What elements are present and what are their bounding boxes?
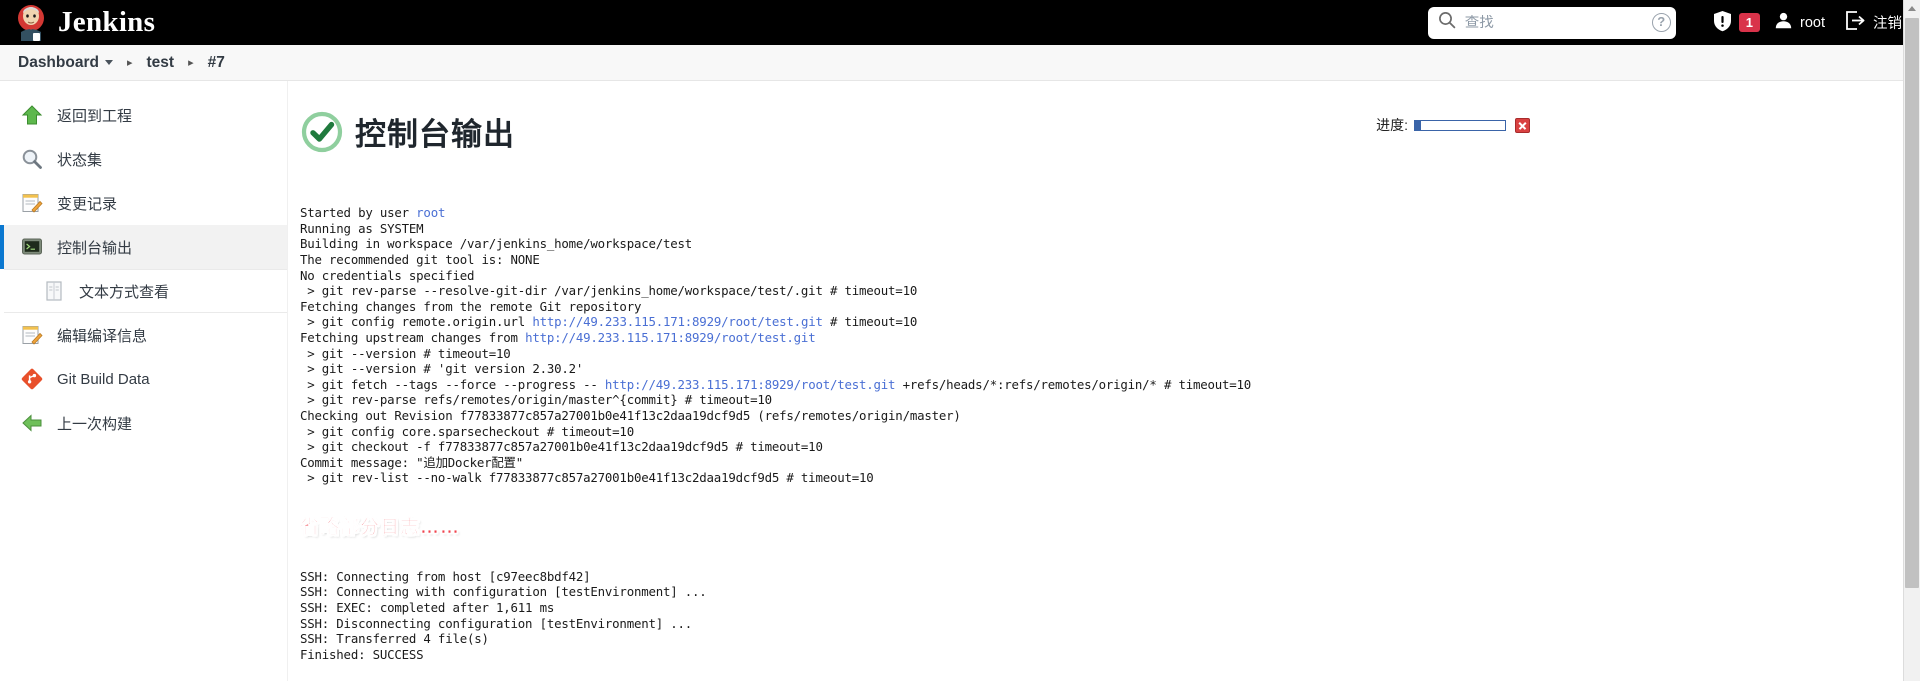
breadcrumb-separator-2: ▸: [188, 57, 194, 69]
console-log-line: > git rev-parse --resolve-git-dir /var/j…: [300, 283, 918, 299]
notepad-pencil-icon: [21, 192, 43, 214]
search-input[interactable]: [1455, 14, 1652, 31]
sidebar-item-back-to-project[interactable]: 返回到工程: [0, 93, 287, 137]
console-header: 控制台输出: [300, 109, 1920, 154]
console-log-link[interactable]: http://49.233.115.171:8929/root/test.git: [525, 330, 816, 345]
sidebar-item-git-build-data[interactable]: Git Build Data: [0, 357, 287, 401]
left-arrow-green-icon: [21, 412, 43, 434]
user-menu-button[interactable]: root: [1764, 0, 1835, 45]
progress-label: 进度:: [1376, 117, 1408, 133]
console-log-line: Running as SYSTEM: [300, 220, 424, 236]
console-log-link[interactable]: http://49.233.115.171:8929/root/test.git: [605, 377, 896, 392]
breadcrumb-item-job[interactable]: test: [143, 52, 179, 74]
up-arrow-green-icon: [21, 104, 43, 126]
console-log-line: The recommended git tool is: NONE: [300, 251, 540, 267]
sidebar-label: 编辑编译信息: [57, 327, 148, 345]
logout-arrow-icon: [1845, 11, 1866, 34]
sidebar-item-console-output[interactable]: 控制台输出: [0, 225, 287, 269]
user-name-label: root: [1800, 14, 1825, 31]
sidebar-item-changes[interactable]: 变更记录: [0, 181, 287, 225]
breadcrumb-build-label: #7: [207, 53, 225, 71]
console-log-line: > git config core.sparsecheckout # timeo…: [300, 423, 634, 439]
sidebar-sub-label: 文本方式查看: [79, 283, 170, 301]
logout-label: 注销: [1873, 16, 1902, 32]
git-logo-icon: [21, 368, 43, 390]
console-log-line: > git fetch --tags --force --progress --…: [300, 376, 1252, 392]
search-box[interactable]: ?: [1427, 6, 1676, 39]
console-log-line: Building in workspace /var/jenkins_home/…: [300, 236, 693, 252]
breadcrumb-job-label: test: [146, 53, 175, 71]
success-check-circle-icon: [300, 110, 344, 154]
main-content: 进度: 控制台输出 Started by user root Running as…: [288, 81, 1920, 681]
log-omitted-annotation: 省略部分日志……: [300, 517, 461, 539]
magnifier-icon: [21, 148, 43, 170]
sidebar-label: 控制台输出: [57, 239, 133, 257]
sidebar-label: Git Build Data: [57, 370, 150, 388]
console-log-line: No credentials specified: [300, 267, 475, 283]
scrollbar-thumb[interactable]: [1905, 18, 1919, 588]
breadcrumb-item-build[interactable]: #7: [204, 52, 229, 74]
document-page-icon: [44, 280, 66, 302]
console-log-line: Started by user root: [300, 205, 446, 221]
progress-bar-fill: [1415, 120, 1422, 130]
sidebar: 返回到工程 状态集 变更记录 控制台输出 文本方式查看 编辑编译信息 Git B…: [0, 81, 288, 681]
console-log-line: Commit message: "追加Docker配置": [300, 454, 523, 470]
console-log-line: SSH: EXEC: completed after 1,611 ms: [300, 600, 555, 616]
console-log-line: Fetching changes from the remote Git rep…: [300, 298, 642, 314]
console-log-line: Finished: SUCCESS: [300, 646, 424, 662]
console-log-line: > git checkout -f f77833877c857a27001b0e…: [300, 439, 823, 455]
progress-bar: [1414, 119, 1506, 131]
console-log-line: SSH: Disconnecting configuration [testEn…: [300, 615, 693, 631]
scrollbar-up-arrow-icon[interactable]: [1904, 0, 1920, 17]
person-icon: [1774, 11, 1793, 34]
console-log-line: SSH: Transferred 4 file(s): [300, 631, 489, 647]
console-log-block-after: SSH: Connecting from host [c97eec8bdf42]…: [300, 569, 1920, 663]
console-log-link[interactable]: root: [416, 205, 445, 220]
console-log-line: > git --version # timeout=10: [300, 345, 511, 361]
console-log-line: Fetching upstream changes from http://49…: [300, 329, 816, 345]
breadcrumb: Dashboard ▸ test ▸ #7: [0, 45, 1920, 81]
breadcrumb-dashboard-label: Dashboard: [18, 53, 99, 71]
console-log-line: SSH: Connecting with configuration [test…: [300, 584, 707, 600]
sidebar-label: 状态集: [57, 151, 103, 169]
sidebar-item-previous-build[interactable]: 上一次构建: [0, 401, 287, 445]
page-body: 返回到工程 状态集 变更记录 控制台输出 文本方式查看 编辑编译信息 Git B…: [0, 81, 1920, 681]
console-log-block: Started by user root Running as SYSTEM Bui…: [300, 205, 1920, 486]
security-shield-warning-icon: [1712, 10, 1733, 36]
page-scrollbar[interactable]: [1903, 0, 1920, 681]
console-output[interactable]: Started by user root Running as SYSTEM Bui…: [300, 174, 1920, 681]
chevron-down-icon[interactable]: [104, 60, 113, 65]
search-help-icon[interactable]: ?: [1651, 13, 1671, 32]
sidebar-item-edit-build-information[interactable]: 编辑编译信息: [0, 313, 287, 357]
sidebar-label: 变更记录: [57, 195, 118, 213]
jenkins-butler-logo-icon: [14, 4, 48, 42]
logout-button[interactable]: 注销: [1835, 0, 1912, 45]
console-log-line: Checking out Revision f77833877c857a2700…: [300, 407, 961, 423]
app-header: Jenkins ? 1 root: [0, 0, 1920, 45]
page-title: 控制台输出: [355, 117, 515, 152]
console-log-link[interactable]: http://49.233.115.171:8929/root/test.git: [532, 314, 823, 329]
sidebar-item-status[interactable]: 状态集: [0, 137, 287, 181]
stop-build-red-x-icon[interactable]: [1515, 117, 1530, 133]
console-log-line: > git config remote.origin.url http://49…: [300, 314, 918, 330]
build-progress: 进度:: [1376, 115, 1530, 135]
notepad-pencil-icon: [21, 324, 43, 346]
console-log-line: > git rev-list --no-walk f77833877c857a2…: [300, 470, 874, 486]
breadcrumb-separator: ▸: [126, 57, 133, 69]
console-log-line: > git --version # 'git version 2.30.2': [300, 361, 584, 377]
search-icon: [1438, 11, 1456, 34]
sidebar-item-view-as-plain-text[interactable]: 文本方式查看: [4, 269, 287, 313]
breadcrumb-item-dashboard[interactable]: Dashboard: [14, 52, 117, 74]
alert-count-badge: 1: [1738, 13, 1760, 32]
console-log-line: SSH: Connecting from host [c97eec8bdf42]: [300, 568, 591, 584]
security-alerts-button[interactable]: 1: [1702, 0, 1764, 45]
brand-title: Jenkins: [58, 6, 156, 38]
sidebar-label: 上一次构建: [57, 415, 133, 433]
terminal-icon: [21, 236, 43, 258]
jenkins-home-link[interactable]: Jenkins: [14, 4, 155, 42]
console-log-line: > git rev-parse refs/remotes/origin/mast…: [300, 392, 772, 408]
sidebar-label: 返回到工程: [57, 107, 133, 125]
